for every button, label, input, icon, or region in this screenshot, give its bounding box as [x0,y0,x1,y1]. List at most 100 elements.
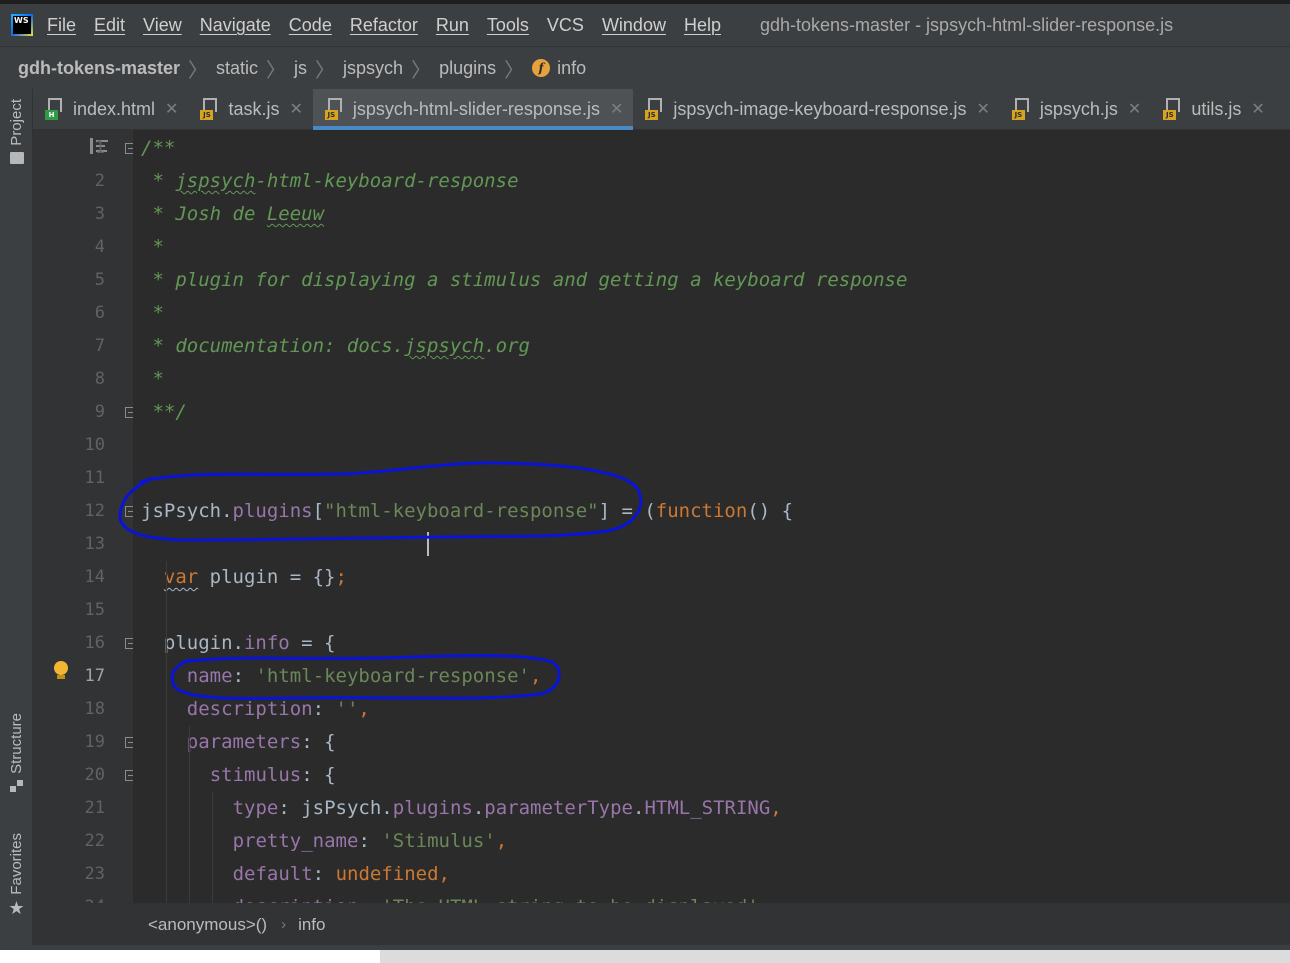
close-icon[interactable]: ✕ [1251,99,1264,119]
tool-window-project[interactable]: Project [0,99,33,164]
navigation-breadcrumb: gdh-tokens-master 〉 static 〉 js 〉 jspsyc… [0,46,1290,89]
tab-task-js[interactable]: JS task.js ✕ [188,89,312,129]
code-token: function [655,500,748,522]
breadcrumb-anonymous-function[interactable]: <anonymous>() [148,915,267,935]
tab-index-html[interactable]: H index.html ✕ [33,89,188,129]
menu-view[interactable]: View [143,15,182,36]
code-token: : [312,863,336,885]
code-token: * Josh de [141,203,267,225]
code-token: stimulus [209,764,302,786]
indent-guide [211,792,213,903]
tab-utils-js[interactable]: JS utils.js ✕ [1151,89,1274,129]
menu-bar: WS File Edit View Navigate Code Refactor… [0,4,1290,46]
menu-code[interactable]: Code [289,15,332,36]
code-editor[interactable]: /** * jspsych-html-keyboard-response * J… [133,130,1290,903]
code-token: 'html-keyboard-response' [255,665,530,687]
star-icon: ★ [8,897,25,918]
code-line: **/ [141,396,186,429]
menu-window[interactable]: Window [602,15,666,36]
line-number: 3 [94,204,105,224]
crumb-js[interactable]: js [294,58,307,79]
close-icon[interactable]: ✕ [1128,99,1141,119]
line-number: 14 [84,567,105,587]
menu-help[interactable]: Help [684,15,721,36]
webstorm-logo-icon[interactable]: WS [11,14,33,36]
code-token: /** [141,137,176,159]
line-number: 16 [84,633,105,653]
crumb-info[interactable]: f info [532,58,586,79]
menu-tools[interactable]: Tools [487,15,529,36]
code-token: parameters [186,731,302,753]
crumb-jspsych[interactable]: jspsych [343,58,403,79]
code-token: undefined [335,863,439,885]
editor-gutter[interactable]: 123456789101112131415161718192021222324 [33,130,136,917]
code-token: jsPsych. [141,500,233,522]
code-line: var plugin = {}; [164,561,347,594]
code-token: , [770,797,782,819]
js-file-icon: JS [645,98,665,120]
code-token: default [232,863,313,885]
line-number: 5 [94,270,105,290]
code-token: ; [335,566,347,588]
line-number: 18 [84,699,105,719]
line-number: 1 [94,138,105,158]
js-file-icon: JS [324,98,345,120]
code-token: var [163,566,199,588]
crumb-project[interactable]: gdh-tokens-master [18,58,180,79]
line-number: 2 [94,171,105,191]
line-number: 17 [84,666,105,686]
taskbar-right [380,950,1290,963]
menu-edit[interactable]: Edit [94,15,125,36]
chevron-right-icon: › [281,916,287,933]
code-line: name: 'html-keyboard-response', [187,660,542,693]
code-line: * documentation: docs.jspsych.org [141,330,530,363]
tool-window-favorites[interactable]: Favorites ★ [0,833,33,918]
crumb-static[interactable]: static [216,58,258,79]
code-token: : [232,665,256,687]
text-caret [427,532,429,556]
line-number: 12 [84,501,105,521]
tab-jspsych-js[interactable]: JS jspsych.js ✕ [1000,89,1151,129]
chevron-right-icon: 〉 [504,59,525,82]
code-token: : { [301,764,336,786]
tab-jspsych-html-slider-response-js[interactable]: JS jspsych-html-slider-response.js ✕ [312,89,634,130]
code-token: : [358,896,381,903]
code-line: * jspsych-html-keyboard-response [141,165,518,198]
code-line: plugin.info = { [164,627,336,660]
tab-label: jspsych-html-slider-response.js [352,98,600,119]
crumb-plugins[interactable]: plugins [439,58,496,79]
structure-icon [9,779,24,792]
code-token: : [358,830,382,852]
menu-refactor[interactable]: Refactor [350,15,418,36]
taskbar-left [0,950,380,963]
menu-file[interactable]: File [47,15,76,36]
line-number: 10 [84,435,105,455]
tab-jspsych-image-keyboard-response-js[interactable]: JS jspsych-image-keyboard-response.js ✕ [633,89,1000,129]
code-token: * documentation: docs. [141,335,405,357]
js-file-icon: JS [200,98,220,120]
breadcrumb-info[interactable]: info [298,915,325,935]
code-token: '' [335,698,359,720]
close-icon[interactable]: ✕ [165,99,178,119]
code-line: stimulus: { [210,759,336,792]
menu-vcs[interactable]: VCS [547,15,584,36]
code-token: , [438,863,450,885]
code-line: default: undefined, [233,858,450,891]
js-file-icon: JS [1011,98,1032,120]
code-breadcrumb: <anonymous>() › info [33,903,1290,945]
code-line: * Josh de Leeuw [141,198,324,231]
close-icon[interactable]: ✕ [976,99,989,119]
tool-window-structure[interactable]: Structure [0,713,33,792]
menu-run[interactable]: Run [436,15,469,36]
chevron-right-icon: 〉 [411,59,432,82]
code-token: ] = ( [598,500,656,522]
menu-navigate[interactable]: Navigate [200,15,271,36]
code-token: plugins [232,500,313,522]
close-icon[interactable]: ✕ [289,99,302,119]
code-token: description [233,896,359,903]
close-icon[interactable]: ✕ [610,99,623,119]
code-token: .org [484,335,530,357]
code-token: "html-keyboard-response" [324,500,599,522]
editor-tab-bar: H index.html ✕ JS task.js ✕ JS jspsych-h… [33,89,1290,130]
code-token: : jsPsych. [278,797,393,819]
